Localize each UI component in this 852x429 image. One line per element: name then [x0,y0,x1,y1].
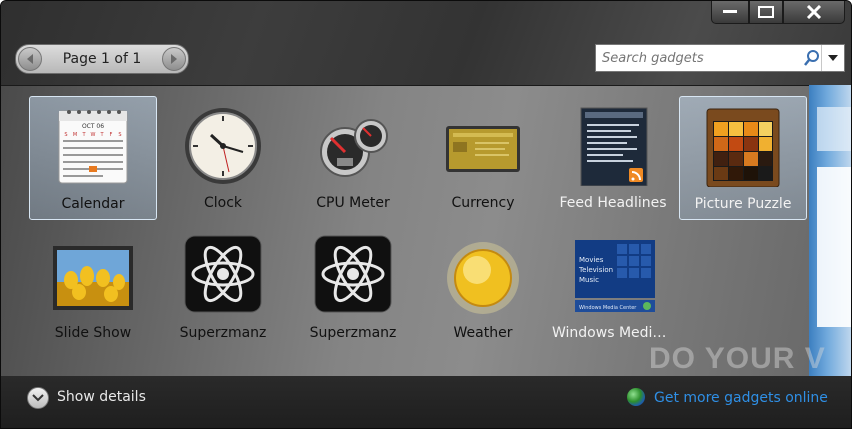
weekday-label: S [64,132,67,138]
media-menu-item: Television [578,266,613,274]
feed-headlines-icon [580,107,648,186]
media-caption: Windows Media Center [579,305,637,311]
gadget-name: Superzmanz [309,325,397,341]
close-icon [806,5,822,19]
calendar-icon: OCT 06 S M T W T F S [58,110,128,184]
arrow-left-icon [27,54,33,64]
gadget-superzmanz[interactable]: Superzmanz [289,226,417,350]
gadget-windows-media[interactable]: Movies Television Music Windows Media Ce… [549,226,677,350]
get-more-gadgets-label: Get more gadgets online [654,390,828,406]
weekday-label: M [73,132,77,138]
atom-icon [314,235,392,313]
page-indicator: Page 1 of 1 [62,51,142,67]
page-navigator: Page 1 of 1 [15,44,189,74]
gadget-name: Slide Show [54,325,132,341]
show-details-label: Show details [57,389,146,405]
gadget-name: Clock [203,195,243,211]
background-panel [817,167,851,327]
gadget-picture-puzzle[interactable]: Picture Puzzle [679,96,807,220]
minimize-icon [723,10,737,13]
media-menu-item: Music [579,276,599,284]
gadget-slide-show[interactable]: Slide Show [29,226,157,350]
maximize-button[interactable] [749,1,783,24]
chevron-down-circle-icon [27,387,49,409]
gadget-calendar[interactable]: OCT 06 S M T W T F S Calendar [29,96,157,220]
search-icon[interactable] [803,49,821,67]
currency-icon [446,126,520,172]
gadget-name: Weather [453,325,513,341]
slide-show-icon [53,246,133,310]
gadget-name: Windows Media... [552,325,675,341]
title-bar: Page 1 of 1 [1,1,851,86]
previous-page-button[interactable] [18,47,42,71]
sun-icon [447,242,519,314]
search-dropdown-button[interactable] [821,45,844,71]
gadget-name: CPU Meter [316,195,390,211]
globe-icon [627,388,645,406]
windows-media-icon: Movies Television Music Windows Media Ce… [575,240,655,312]
clock-icon [185,108,261,184]
maximize-icon [758,6,774,18]
gadget-weather[interactable]: Weather [419,226,547,350]
weekday-label: S [118,132,121,138]
gadget-superzmanz[interactable]: Superzmanz [159,226,287,350]
chevron-down-icon [828,55,838,61]
gadget-name: Feed Headlines [559,195,667,211]
minimize-button[interactable] [711,1,749,24]
close-button[interactable] [783,1,845,24]
weekday-label: F [110,132,113,138]
footer-bar: Show details Get more gadgets online [1,376,851,428]
calendar-month: OCT 06 [82,123,104,130]
gadget-grid: DO YOUR V OCT 06 S M T W T F S Calendar … [1,86,825,376]
atom-icon [184,235,262,313]
weekday-label: W [91,132,96,138]
background-panel [817,107,851,151]
window-controls [711,1,845,25]
arrow-right-icon [171,54,177,64]
search-box [595,44,845,72]
search-input[interactable] [598,47,806,69]
gadget-name: Superzmanz [179,325,267,341]
gadget-clock[interactable]: Clock [159,96,287,220]
background-window-edge [809,85,851,376]
next-page-button[interactable] [162,47,186,71]
gadget-name: Picture Puzzle [694,196,792,212]
gadget-cpu-meter[interactable]: CPU Meter [289,96,417,220]
cpu-meter-icon [320,119,388,177]
media-menu-item: Movies [579,256,604,264]
gadget-gallery-window: Page 1 of 1 DO YOUR V [0,0,852,429]
picture-puzzle-icon [706,108,780,187]
gadget-name: Calendar [61,196,125,212]
gadget-feed-headlines[interactable]: Feed Headlines [549,96,677,220]
chevron-down-icon [32,394,44,402]
gadget-currency[interactable]: Currency [419,96,547,220]
gadget-name: Currency [451,195,515,211]
